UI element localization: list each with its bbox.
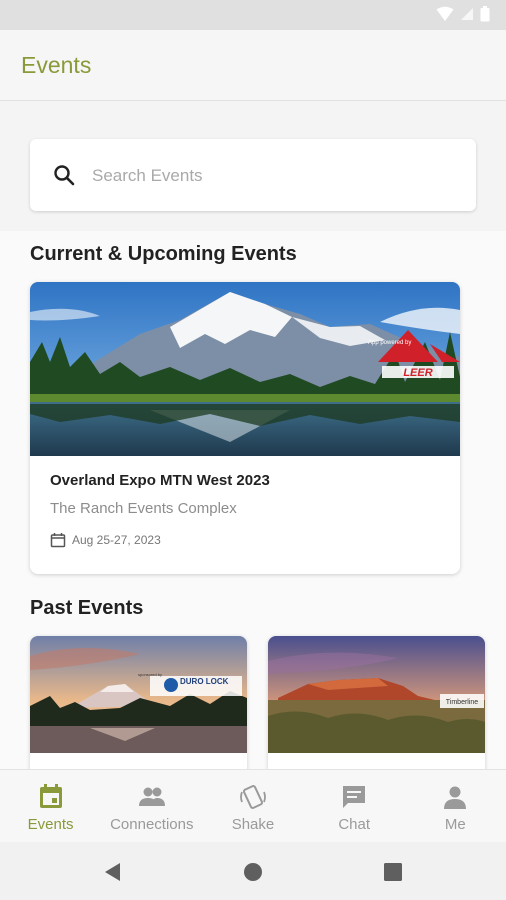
section-title-current: Current & Upcoming Events — [30, 243, 297, 265]
status-icons — [436, 6, 490, 22]
svg-text:sponsored by: sponsored by — [138, 672, 162, 677]
calendar-icon — [50, 533, 66, 548]
svg-text:LEER: LEER — [403, 367, 432, 379]
svg-text:App powered by: App powered by — [368, 340, 411, 346]
past-event-card[interactable]: DURO LOCK sponsored by — [30, 636, 247, 769]
status-bar — [0, 0, 506, 30]
chat-icon — [343, 786, 366, 808]
section-title-past: Past Events — [30, 597, 144, 619]
shake-icon — [240, 785, 266, 809]
nav-item-connections[interactable]: Connections — [101, 770, 202, 842]
nav-label: Shake — [231, 816, 275, 833]
event-date: Aug 25-27, 2023 — [72, 533, 161, 547]
search-icon — [54, 165, 75, 186]
recents-icon[interactable] — [381, 860, 405, 884]
search-box[interactable] — [30, 139, 476, 211]
nav-item-events[interactable]: Events — [0, 770, 101, 842]
event-banner-image: LEER App powered by — [30, 282, 460, 456]
svg-text:Timberline: Timberline — [446, 699, 479, 706]
events-content[interactable]: Current & Upcoming Events — [0, 101, 506, 769]
calendar-icon — [39, 784, 62, 808]
current-event-card[interactable]: LEER App powered by Overland Expo MTN We… — [30, 282, 460, 574]
home-icon[interactable] — [241, 860, 265, 884]
past-event-card[interactable]: Timberline — [268, 636, 485, 769]
signal-icon — [461, 8, 473, 20]
past-event-image: Timberline — [268, 636, 485, 753]
nav-item-shake[interactable]: Shake — [202, 770, 303, 842]
wifi-icon — [436, 6, 454, 21]
nav-label: Connections — [110, 816, 194, 833]
people-icon — [138, 787, 165, 806]
search-section — [0, 101, 506, 231]
back-icon[interactable] — [101, 860, 125, 884]
event-venue: The Ranch Events Complex — [50, 500, 237, 517]
event-date-row: Aug 25-27, 2023 — [50, 532, 161, 548]
event-title: Overland Expo MTN West 2023 — [50, 472, 270, 489]
nav-label: Chat — [338, 816, 370, 833]
nav-label: Events — [27, 816, 74, 833]
nav-item-me[interactable]: Me — [405, 770, 506, 842]
battery-icon — [480, 6, 490, 22]
search-input[interactable] — [90, 161, 454, 191]
nav-label: Me — [444, 816, 466, 833]
system-nav-bar — [0, 842, 506, 900]
page-title: Events — [21, 52, 92, 78]
nav-item-chat[interactable]: Chat — [304, 770, 405, 842]
person-icon — [444, 786, 467, 809]
svg-text:DURO LOCK: DURO LOCK — [180, 677, 229, 686]
past-event-image: DURO LOCK sponsored by — [30, 636, 247, 753]
bottom-nav: Events Connections Shake Chat Me — [0, 769, 506, 842]
app-bar: Events — [0, 30, 506, 101]
